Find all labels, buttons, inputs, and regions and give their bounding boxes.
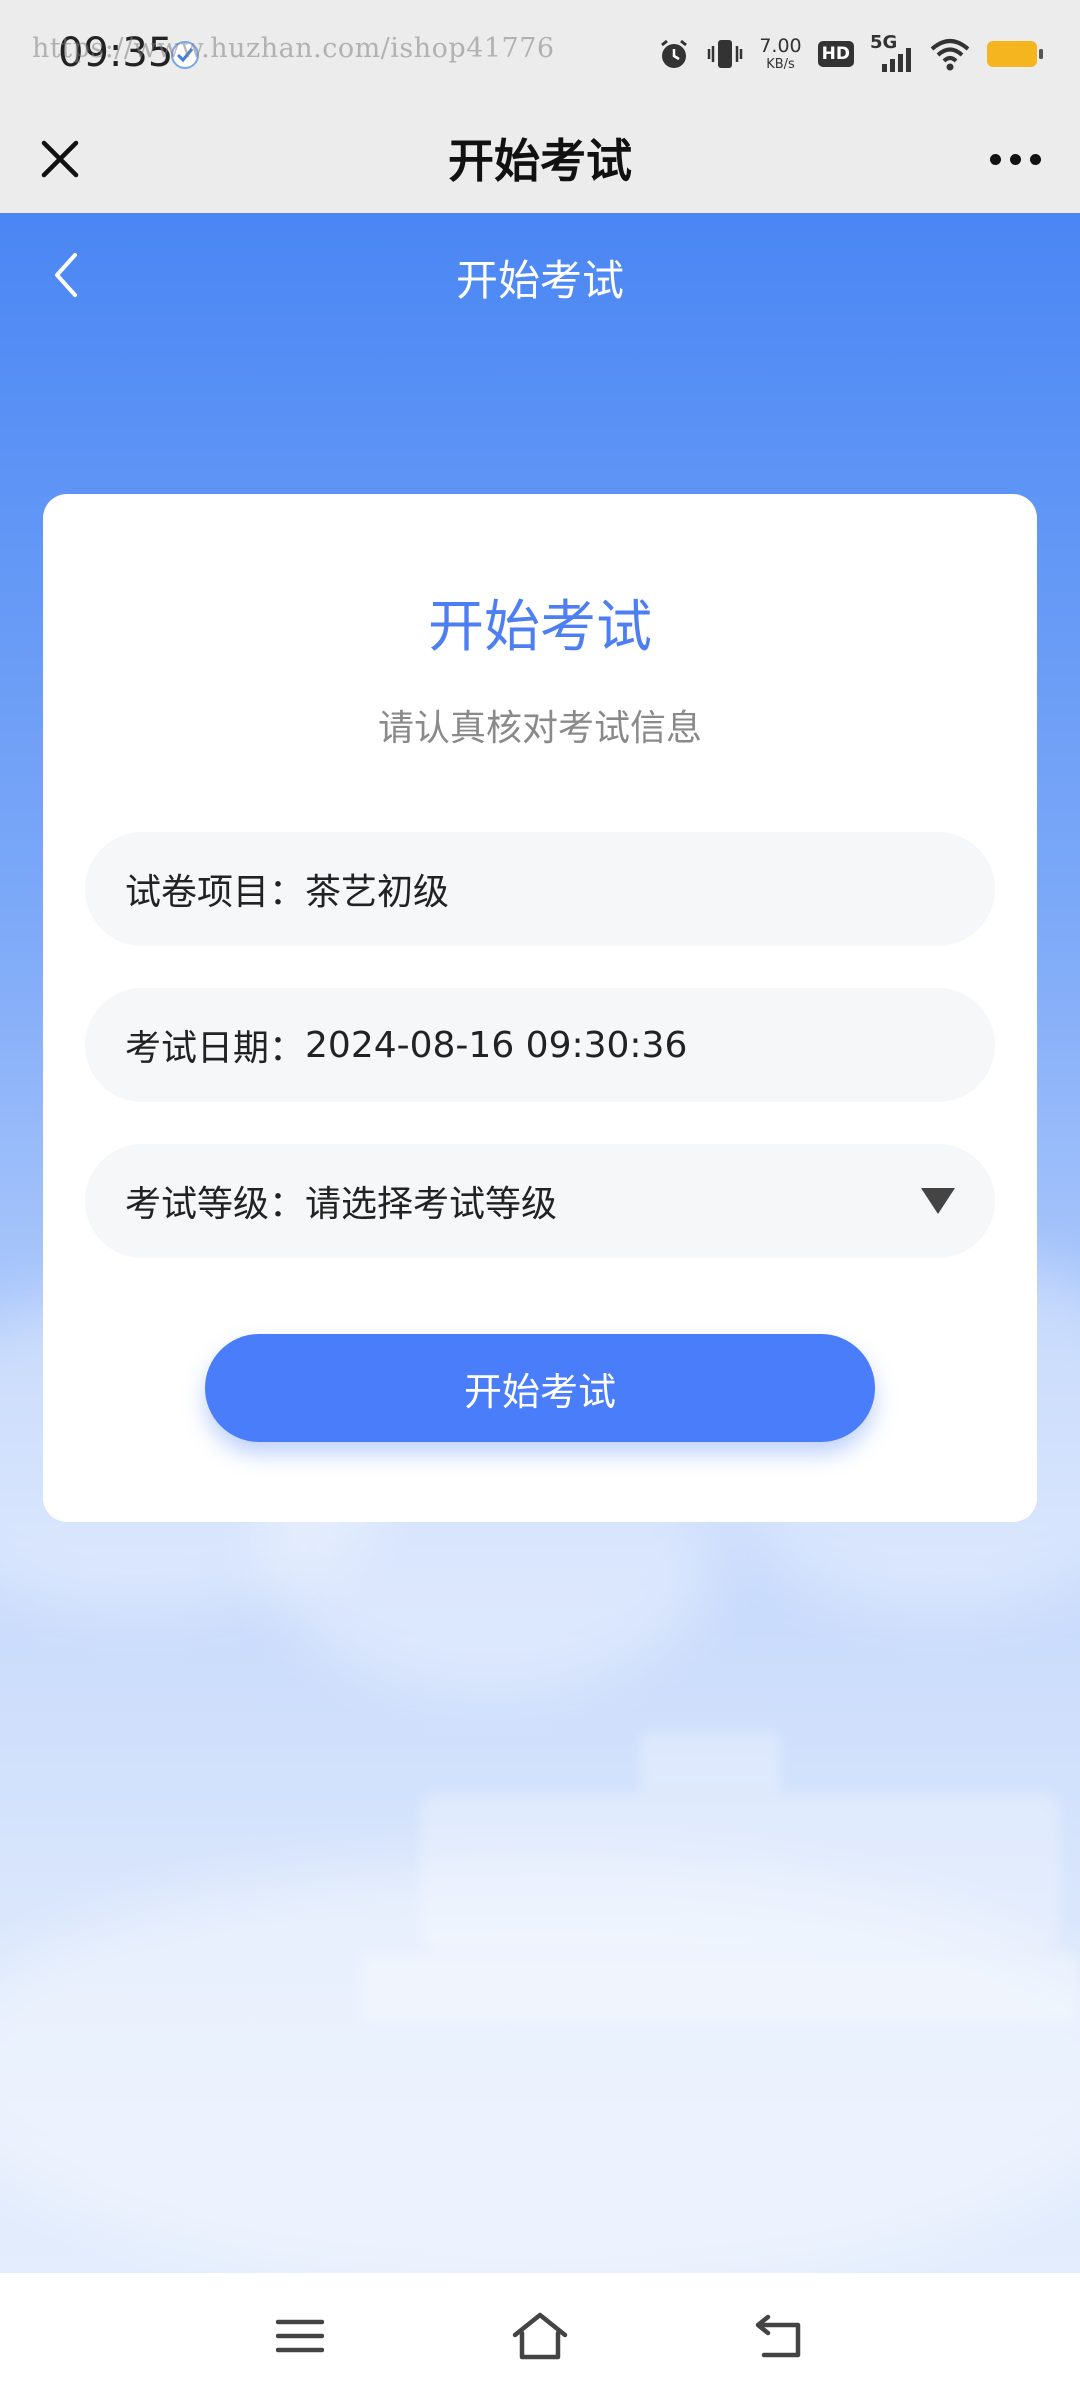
exam-project-label: 试卷项目： (125, 872, 306, 913)
recent-apps-button[interactable] (265, 2301, 335, 2371)
background-ship (640, 1733, 780, 1793)
exam-project-field: 试卷项目： 茶艺初级 (85, 832, 995, 946)
inner-nav-title: 开始考试 (455, 256, 624, 305)
vibrate-icon (708, 40, 743, 68)
home-button[interactable] (505, 2301, 575, 2371)
signal-icon (882, 48, 911, 72)
background-ship (360, 1953, 1080, 2023)
status-bar: 09:35 https://www.huzhan.com/ishop41776 … (0, 0, 1080, 105)
background-ship (420, 1793, 1060, 1953)
exam-date-field: 考试日期： 2024-08-16 09:30:36 (85, 988, 995, 1102)
start-exam-button[interactable]: 开始考试 (205, 1334, 875, 1442)
exam-date-label: 考试日期： (125, 1028, 306, 1069)
more-icon-dot (989, 153, 1001, 165)
card-subtitle: 请认真核对考试信息 (377, 708, 702, 749)
system-back-button[interactable] (745, 2301, 815, 2371)
card-title: 开始考试 (428, 595, 652, 660)
back-icon (755, 2314, 801, 2358)
more-icon-dot (1009, 153, 1021, 165)
home-icon (512, 2312, 568, 2360)
hd-badge: HD (817, 41, 854, 67)
exam-date-value: 2024-08-16 09:30:36 (305, 1024, 688, 1066)
more-icon-dot (1029, 153, 1041, 165)
signal-indicator: 5G (870, 32, 914, 74)
net-speed-unit: KB/s (766, 57, 795, 72)
status-icons: 7.00 KB/s HD 5G (657, 30, 1044, 78)
menu-icon (276, 2319, 324, 2353)
exam-card: 开始考试 请认真核对考试信息 试卷项目： 茶艺初级 考试日期： 2024-08-… (43, 494, 1037, 1522)
exam-project-value: 茶艺初级 (305, 872, 450, 913)
net-speed: 7.00 KB/s (759, 35, 802, 72)
exam-level-placeholder: 请选择考试等级 (305, 1184, 558, 1225)
net-speed-value: 7.00 (759, 35, 802, 57)
app-bar-title: 开始考试 (448, 134, 632, 188)
more-button[interactable] (980, 129, 1050, 189)
system-nav-bar (0, 2273, 1080, 2400)
battery-icon (987, 41, 1043, 67)
alarm-icon (661, 39, 688, 68)
exam-level-select[interactable]: 考试等级： 请选择考试等级 (85, 1144, 995, 1258)
app-bar: 开始考试 (0, 105, 1080, 213)
wifi-icon (930, 39, 970, 71)
dropdown-arrow-icon (921, 1188, 955, 1214)
inner-nav: 开始考试 (0, 213, 1080, 338)
watermark: https://www.huzhan.com/ishop41776 (32, 33, 555, 64)
exam-level-label: 考试等级： (125, 1184, 306, 1225)
